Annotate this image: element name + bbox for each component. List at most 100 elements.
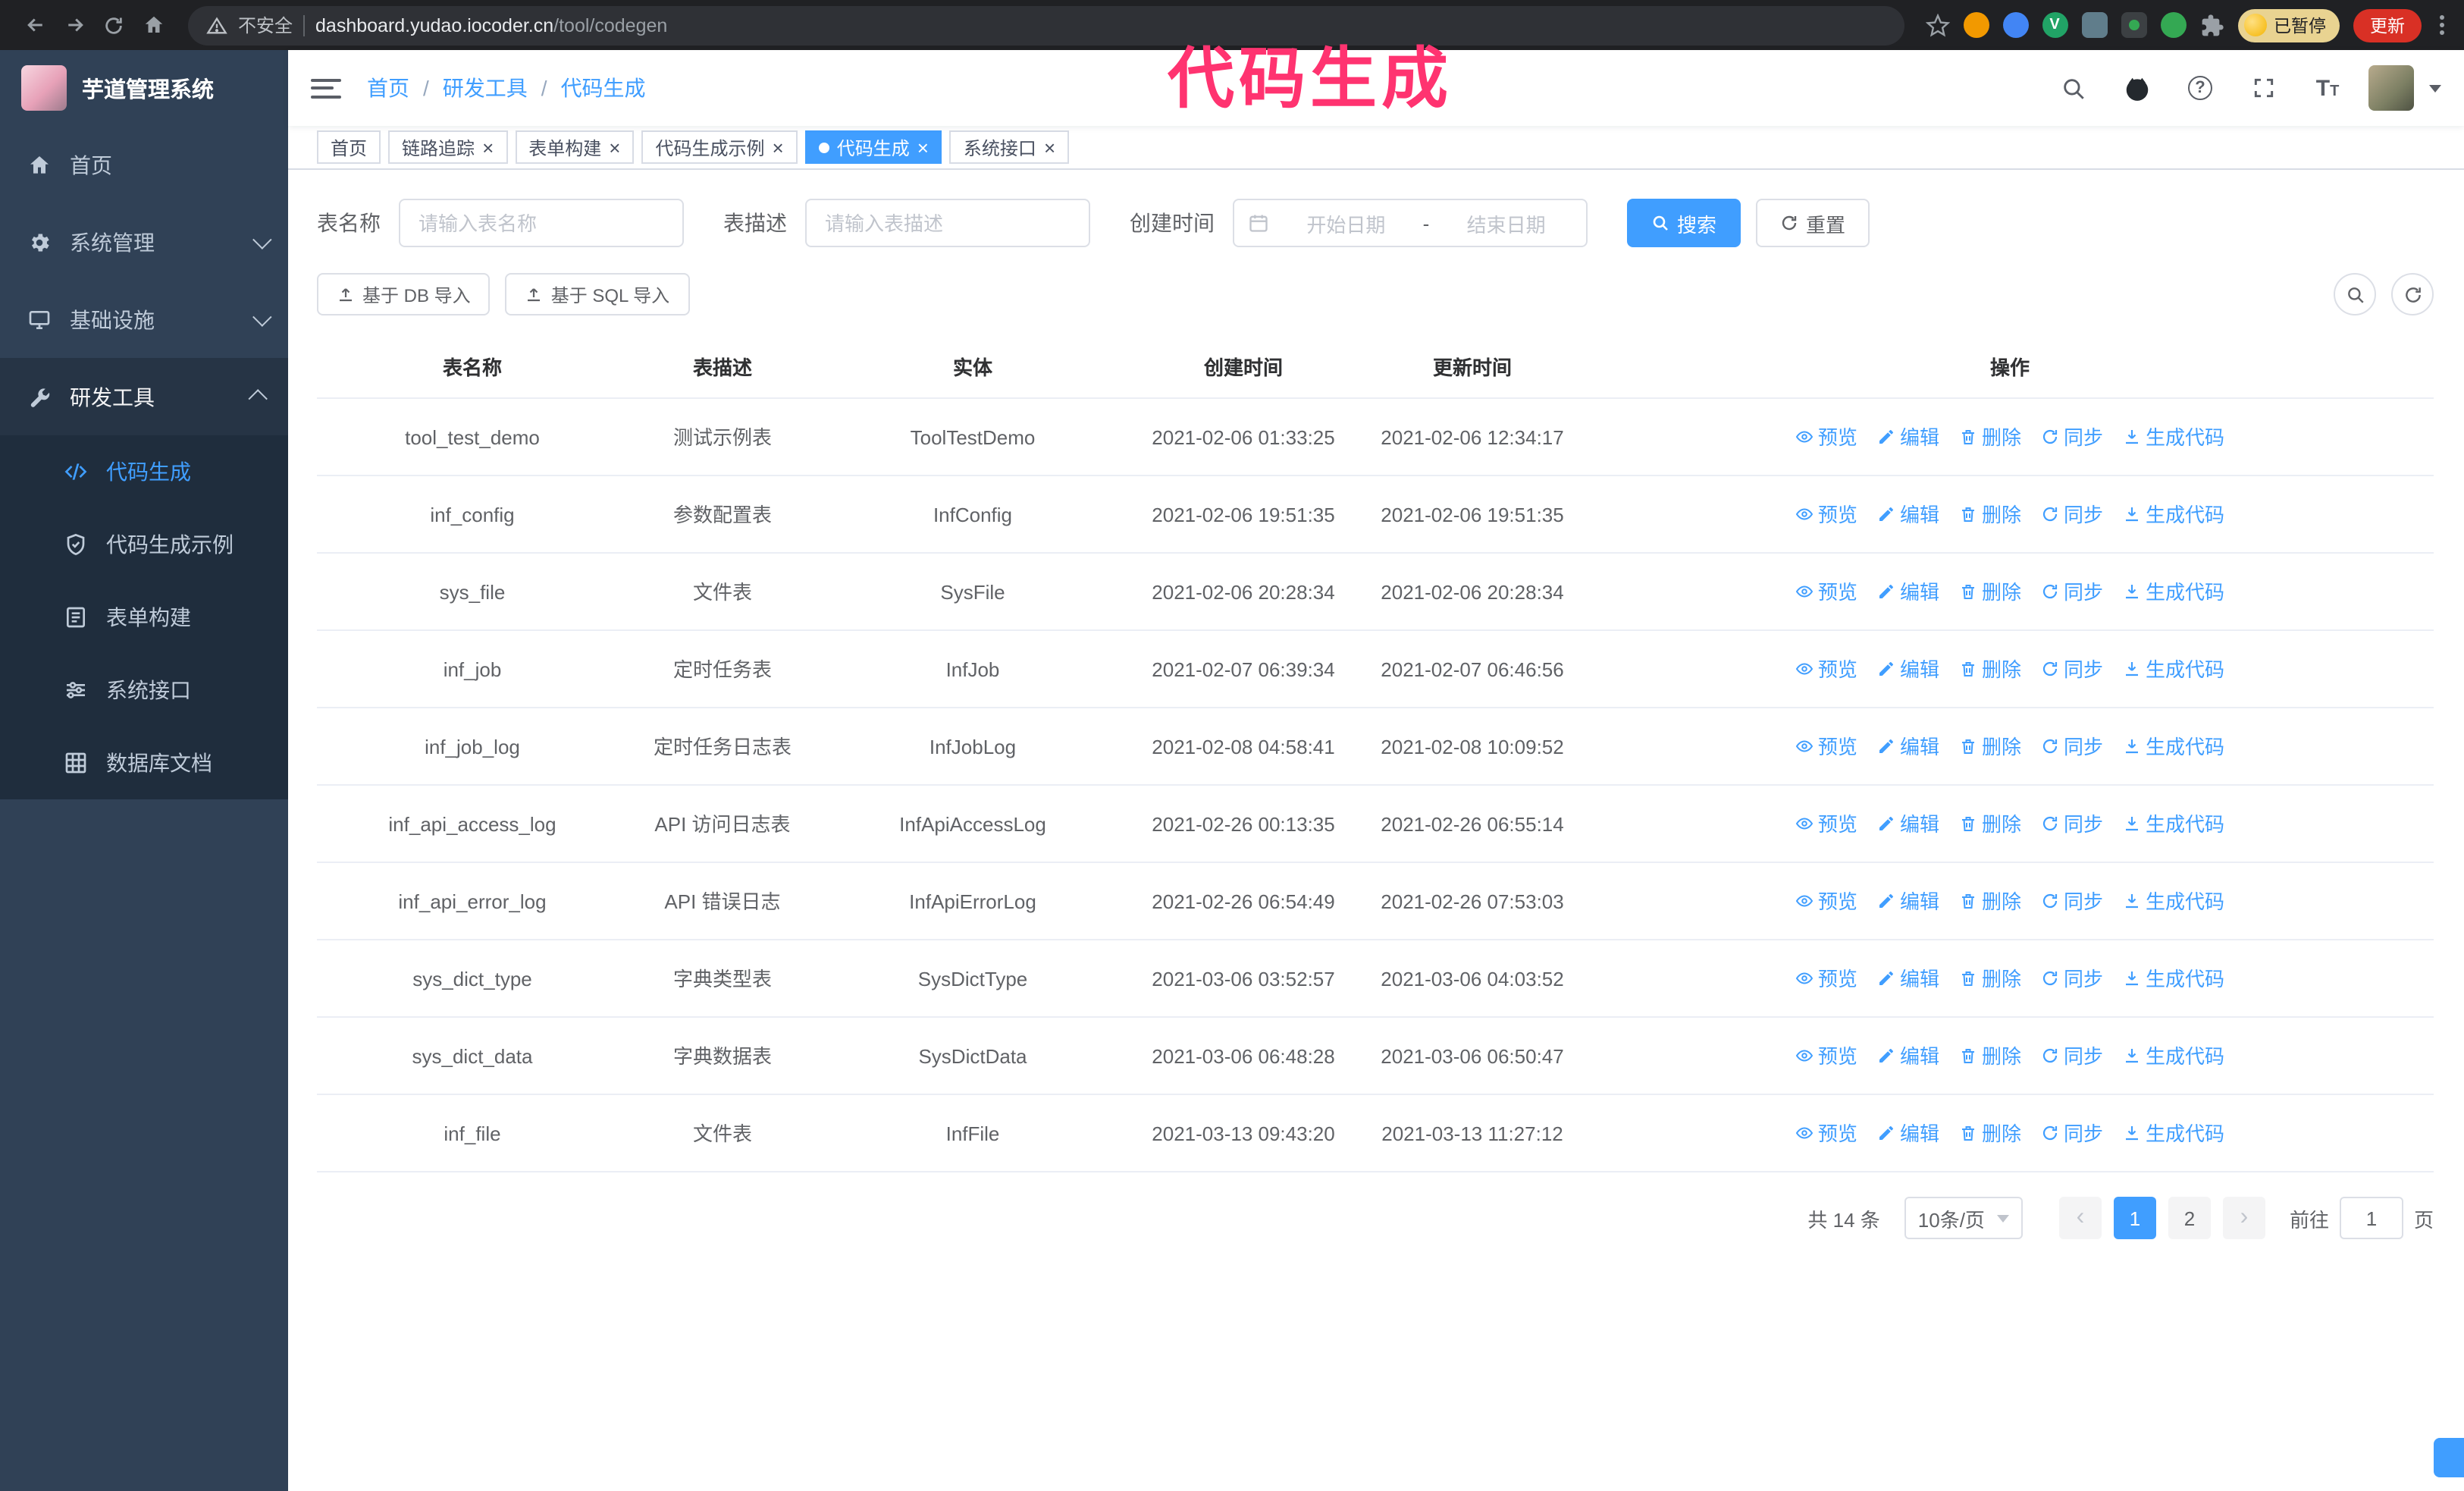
extension-icon-1[interactable] <box>1963 12 1989 38</box>
font-size-button[interactable]: TT <box>2305 65 2350 111</box>
preview-link[interactable]: 预览 <box>1795 961 1857 996</box>
refresh-table-button[interactable] <box>2391 273 2434 315</box>
close-icon[interactable]: × <box>482 137 494 157</box>
import-db-button[interactable]: 基于 DB 导入 <box>317 273 491 315</box>
browser-menu-icon[interactable] <box>2435 15 2449 35</box>
fullscreen-button[interactable] <box>2241 65 2287 111</box>
generate-code-link[interactable]: 生成代码 <box>2123 419 2224 454</box>
date-range-picker[interactable]: 开始日期 - 结束日期 <box>1233 199 1588 247</box>
edit-link[interactable]: 编辑 <box>1877 884 1939 918</box>
delete-link[interactable]: 删除 <box>1959 497 2021 532</box>
user-avatar[interactable] <box>2368 65 2414 111</box>
preview-link[interactable]: 预览 <box>1795 651 1857 686</box>
sidebar-item-home[interactable]: 首页 <box>0 126 288 203</box>
generate-code-link[interactable]: 生成代码 <box>2123 729 2224 764</box>
next-page-button[interactable]: › <box>2222 1197 2265 1239</box>
search-button[interactable]: 搜索 <box>1627 199 1741 247</box>
back-top-button[interactable] <box>2434 1438 2464 1477</box>
sidebar-item-dev-tools[interactable]: 研发工具 <box>0 358 288 435</box>
reset-button[interactable]: 重置 <box>1756 199 1870 247</box>
reload-button[interactable] <box>94 5 133 45</box>
delete-link[interactable]: 删除 <box>1959 806 2021 841</box>
tab-system-api[interactable]: 系统接口 × <box>949 130 1070 164</box>
extension-icon-6[interactable] <box>2160 12 2186 38</box>
extension-icon-5[interactable] <box>2121 12 2146 38</box>
delete-link[interactable]: 删除 <box>1959 1116 2021 1150</box>
tab-form-builder[interactable]: 表单构建 × <box>515 130 635 164</box>
sidebar-subitem-db-doc[interactable]: 数据库文档 <box>0 727 288 799</box>
close-icon[interactable]: × <box>609 137 620 157</box>
table-desc-input[interactable] <box>805 199 1090 247</box>
sync-link[interactable]: 同步 <box>2041 497 2103 532</box>
edit-link[interactable]: 编辑 <box>1877 651 1939 686</box>
help-button[interactable]: ? <box>2177 65 2223 111</box>
edit-link[interactable]: 编辑 <box>1877 419 1939 454</box>
browser-update-button[interactable]: 更新 <box>2353 8 2422 42</box>
sidebar-subitem-codegen-example[interactable]: 代码生成示例 <box>0 508 288 581</box>
sidebar-subitem-system-api[interactable]: 系统接口 <box>0 654 288 727</box>
generate-code-link[interactable]: 生成代码 <box>2123 884 2224 918</box>
tab-tracing[interactable]: 链路追踪 × <box>388 130 508 164</box>
delete-link[interactable]: 删除 <box>1959 884 2021 918</box>
generate-code-link[interactable]: 生成代码 <box>2123 651 2224 686</box>
preview-link[interactable]: 预览 <box>1795 729 1857 764</box>
sync-link[interactable]: 同步 <box>2041 651 2103 686</box>
prev-page-button[interactable]: ‹ <box>2058 1197 2102 1239</box>
preview-link[interactable]: 预览 <box>1795 574 1857 609</box>
edit-link[interactable]: 编辑 <box>1877 729 1939 764</box>
delete-link[interactable]: 删除 <box>1959 651 2021 686</box>
address-bar[interactable]: 不安全 dashboard.yudao.iocoder.cn/tool/code… <box>188 5 1904 45</box>
preview-link[interactable]: 预览 <box>1795 884 1857 918</box>
close-icon[interactable]: × <box>1044 137 1055 157</box>
delete-link[interactable]: 删除 <box>1959 1038 2021 1073</box>
delete-link[interactable]: 删除 <box>1959 961 2021 996</box>
page-size-select[interactable]: 10条/页 <box>1904 1197 2023 1239</box>
generate-code-link[interactable]: 生成代码 <box>2123 1038 2224 1073</box>
page-button-2[interactable]: 2 <box>2168 1197 2211 1239</box>
toggle-search-button[interactable] <box>2334 273 2376 315</box>
header-search-button[interactable] <box>2050 65 2096 111</box>
home-button[interactable] <box>133 5 173 45</box>
import-sql-button[interactable]: 基于 SQL 导入 <box>505 273 690 315</box>
sync-link[interactable]: 同步 <box>2041 419 2103 454</box>
sidebar-logo[interactable]: 芋道管理系统 <box>0 50 288 126</box>
edit-link[interactable]: 编辑 <box>1877 497 1939 532</box>
preview-link[interactable]: 预览 <box>1795 419 1857 454</box>
extensions-puzzle-icon[interactable] <box>2199 13 2224 37</box>
preview-link[interactable]: 预览 <box>1795 1038 1857 1073</box>
extension-icon-2[interactable] <box>2002 12 2028 38</box>
sync-link[interactable]: 同步 <box>2041 1116 2103 1150</box>
preview-link[interactable]: 预览 <box>1795 1116 1857 1150</box>
sidebar-item-system-mgmt[interactable]: 系统管理 <box>0 203 288 281</box>
delete-link[interactable]: 删除 <box>1959 419 2021 454</box>
profile-paused-badge[interactable]: 已暂停 <box>2237 8 2340 42</box>
sync-link[interactable]: 同步 <box>2041 884 2103 918</box>
extension-icon-4[interactable] <box>2081 12 2107 38</box>
delete-link[interactable]: 删除 <box>1959 729 2021 764</box>
sync-link[interactable]: 同步 <box>2041 1038 2103 1073</box>
edit-link[interactable]: 编辑 <box>1877 574 1939 609</box>
sync-link[interactable]: 同步 <box>2041 729 2103 764</box>
page-button-1[interactable]: 1 <box>2113 1197 2156 1239</box>
sidebar-subitem-codegen[interactable]: 代码生成 <box>0 435 288 508</box>
edit-link[interactable]: 编辑 <box>1877 1116 1939 1150</box>
extension-icon-3[interactable]: V <box>2042 12 2067 38</box>
preview-link[interactable]: 预览 <box>1795 497 1857 532</box>
tab-codegen-example[interactable]: 代码生成示例 × <box>641 130 798 164</box>
generate-code-link[interactable]: 生成代码 <box>2123 961 2224 996</box>
edit-link[interactable]: 编辑 <box>1877 1038 1939 1073</box>
sidebar-subitem-form-builder[interactable]: 表单构建 <box>0 581 288 654</box>
close-icon[interactable]: × <box>917 137 929 157</box>
preview-link[interactable]: 预览 <box>1795 806 1857 841</box>
bookmark-star-icon[interactable] <box>1925 13 1949 37</box>
generate-code-link[interactable]: 生成代码 <box>2123 1116 2224 1150</box>
delete-link[interactable]: 删除 <box>1959 574 2021 609</box>
edit-link[interactable]: 编辑 <box>1877 806 1939 841</box>
generate-code-link[interactable]: 生成代码 <box>2123 806 2224 841</box>
table-name-input[interactable] <box>399 199 684 247</box>
breadcrumb-home[interactable]: 首页 <box>367 73 409 103</box>
tab-codegen[interactable]: 代码生成 × <box>804 130 942 164</box>
sidebar-item-infrastructure[interactable]: 基础设施 <box>0 281 288 358</box>
sync-link[interactable]: 同步 <box>2041 574 2103 609</box>
edit-link[interactable]: 编辑 <box>1877 961 1939 996</box>
